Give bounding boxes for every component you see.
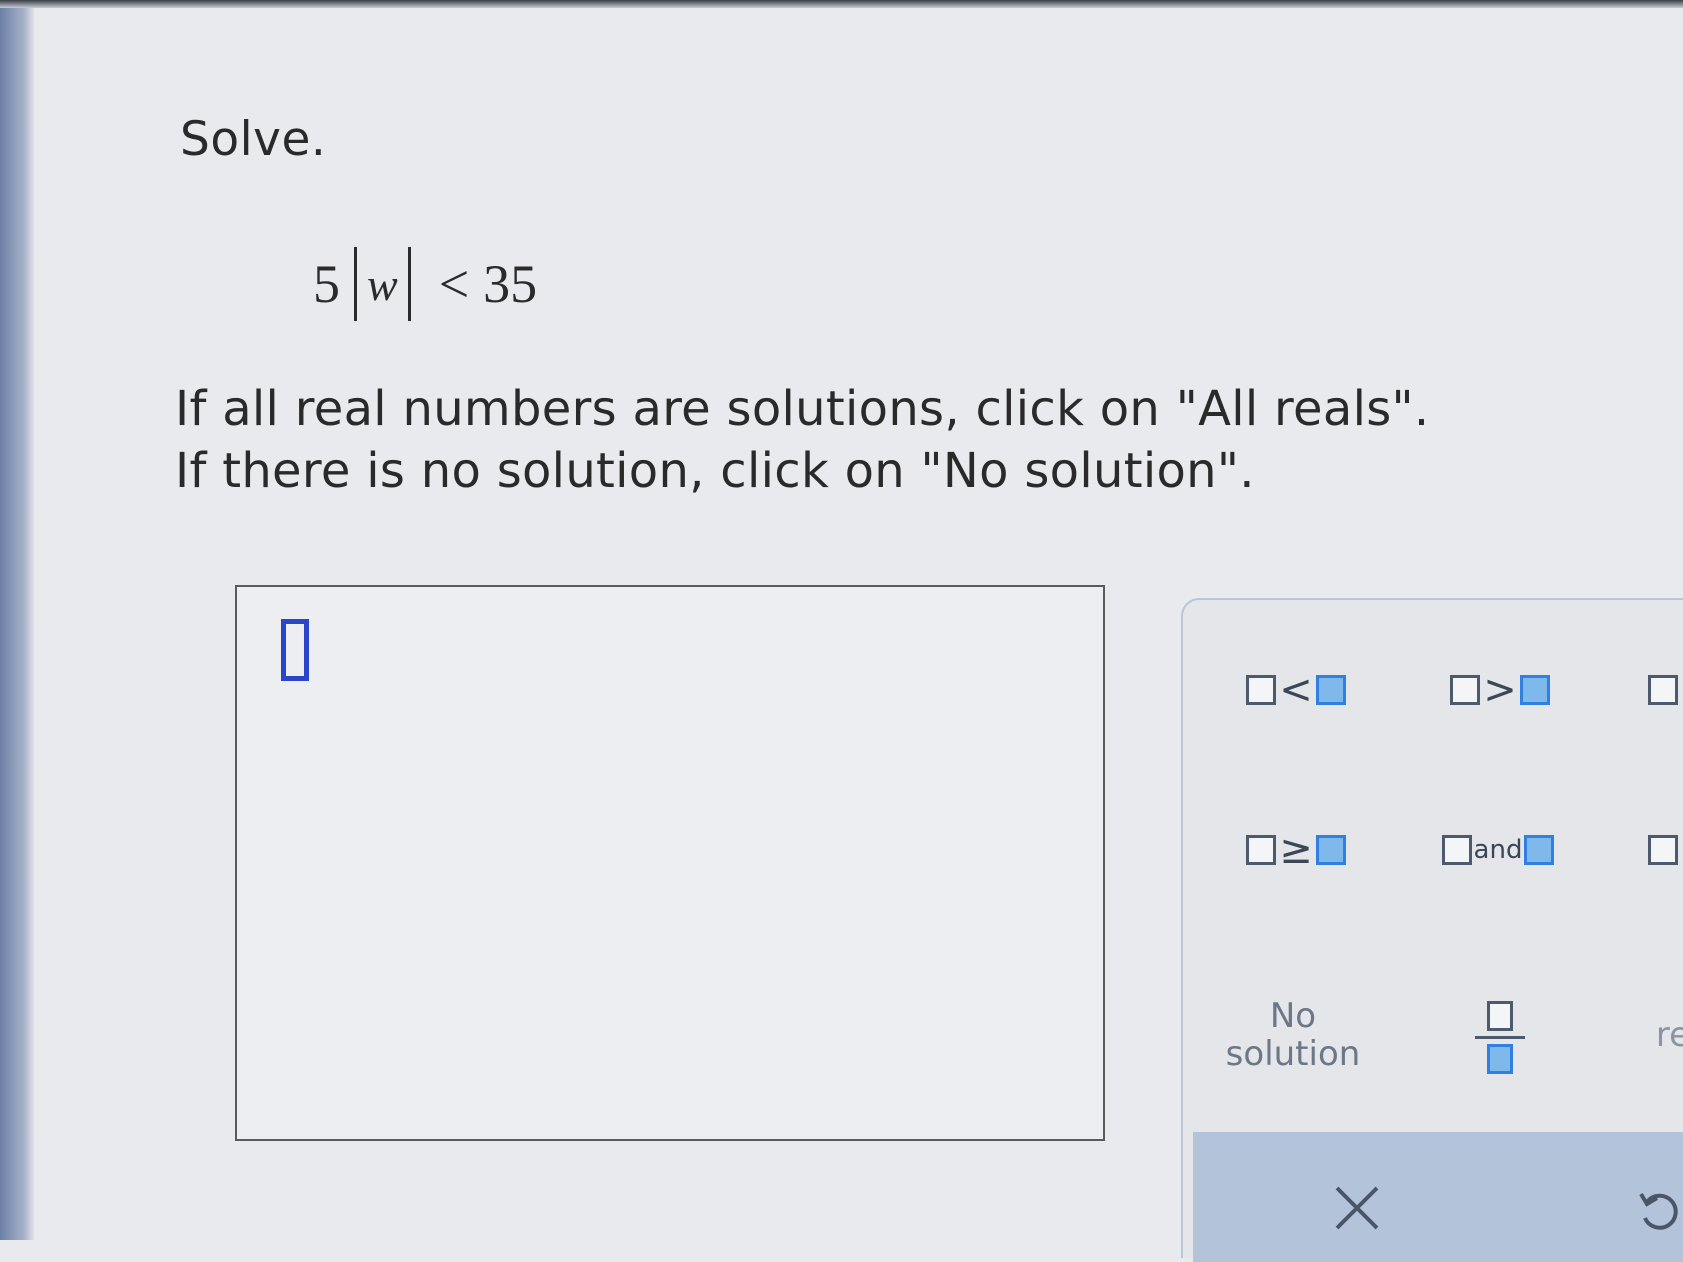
undo-icon[interactable] — [1633, 1184, 1683, 1234]
answer-input-area[interactable] — [235, 585, 1105, 1141]
clear-icon[interactable] — [1333, 1184, 1381, 1232]
equation-rhs: 35 — [483, 254, 538, 314]
all-reals-partial-label: re — [1655, 1015, 1683, 1055]
instruction-all-reals: If all real numbers are solutions, click… — [175, 381, 1430, 437]
placeholder-box-blue-icon — [1524, 835, 1555, 865]
instruction-no-solution: If there is no solution, click on "No so… — [175, 443, 1255, 499]
less-than-symbol: < — [1279, 667, 1313, 713]
answer-cursor-slot[interactable] — [281, 619, 309, 681]
placeholder-box-icon — [1246, 835, 1277, 865]
question-prompt: Solve. — [180, 112, 327, 167]
placeholder-box-icon — [1648, 835, 1678, 865]
partial-key-top-right[interactable] — [1643, 662, 1683, 718]
greater-equal-symbol: ≥ — [1279, 827, 1313, 873]
placeholder-box-icon — [1246, 675, 1277, 705]
keypad-action-bar — [1193, 1132, 1683, 1262]
no-solution-label-line2: solution — [1225, 1034, 1361, 1074]
no-solution-button[interactable]: No solution — [1213, 990, 1373, 1080]
greater-equal-button[interactable]: ≥ — [1231, 822, 1361, 878]
placeholder-box-blue-icon — [1315, 675, 1346, 705]
placeholder-box-icon — [1441, 835, 1472, 865]
fraction-button[interactable] — [1455, 982, 1545, 1092]
and-button[interactable]: and — [1423, 822, 1573, 878]
placeholder-box-icon — [1450, 675, 1481, 705]
equation-variable: w — [367, 258, 398, 310]
placeholder-box-blue-icon — [1519, 675, 1550, 705]
no-solution-label-line1: No — [1269, 996, 1317, 1036]
fraction-icon — [1475, 1000, 1525, 1074]
placeholder-box-icon — [1648, 675, 1678, 705]
greater-than-symbol: > — [1483, 667, 1517, 713]
denominator-box-icon — [1487, 1043, 1513, 1074]
numerator-box-icon — [1487, 1000, 1513, 1031]
less-than-button[interactable]: < — [1231, 662, 1361, 718]
instructions: If all real numbers are solutions, click… — [175, 378, 1429, 502]
greater-than-button[interactable]: > — [1435, 662, 1565, 718]
equation: 5 w < 35 — [313, 244, 537, 324]
screen-left-edge — [0, 0, 34, 1240]
partial-key-middle-right[interactable] — [1643, 822, 1683, 878]
and-label: and — [1473, 835, 1523, 865]
all-reals-button-partial[interactable]: re — [1653, 1010, 1683, 1060]
equation-coefficient: 5 — [313, 254, 340, 314]
math-keypad: < > ≥ and No solution re — [1181, 598, 1683, 1262]
placeholder-box-blue-icon — [1315, 835, 1346, 865]
equation-operator: < — [438, 254, 470, 314]
screen-top-edge — [0, 0, 1683, 8]
